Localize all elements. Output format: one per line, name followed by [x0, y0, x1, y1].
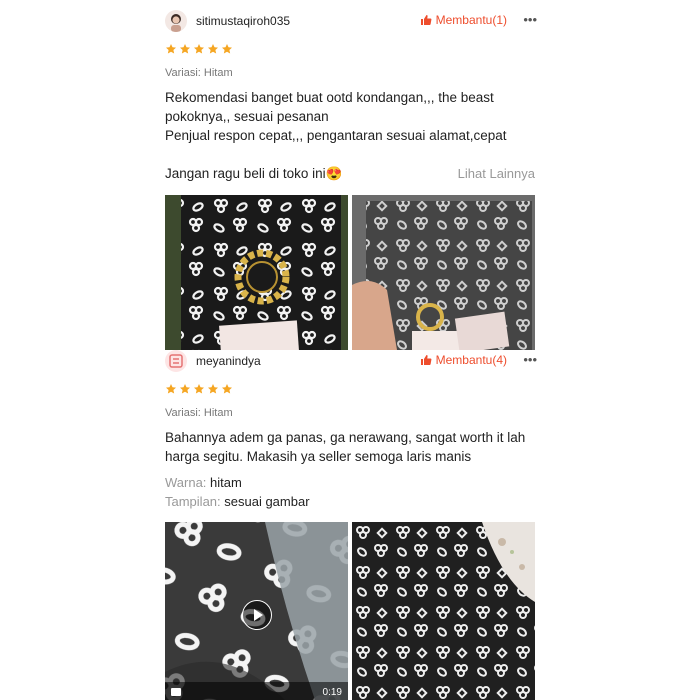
star-icon: [165, 383, 177, 395]
star-icon: [221, 43, 233, 55]
review-text-line: harga segitu. Makasih ya seller semoga l…: [165, 449, 472, 464]
star-icon: [165, 43, 177, 55]
look-value: sesuai gambar: [224, 494, 310, 509]
look-attribute: Tampilan: sesuai gambar: [165, 494, 310, 509]
helpful-button[interactable]: Membantu(4): [420, 353, 507, 367]
more-options-button[interactable]: •••: [523, 12, 537, 27]
review-photo[interactable]: [352, 522, 535, 700]
video-info-bar: 0:19: [165, 682, 348, 700]
color-attribute: Warna: hitam: [165, 475, 242, 490]
variant-label: Variasi: Hitam: [165, 407, 233, 419]
reviewer-username[interactable]: sitimustaqiroh035: [196, 14, 290, 28]
avatar[interactable]: [165, 10, 187, 32]
review-text-line: Penjual respon cepat,,, pengantaran sesu…: [165, 128, 507, 143]
review-header: sitimustaqiroh035 Membantu(1) •••: [165, 10, 537, 34]
star-icon: [221, 383, 233, 395]
helpful-button[interactable]: Membantu(1): [420, 13, 507, 27]
star-rating: [165, 383, 233, 395]
review-text-line: Bahannya adem ga panas, ga nerawang, san…: [165, 430, 526, 445]
review-photo[interactable]: [352, 195, 535, 350]
star-icon: [179, 43, 191, 55]
look-key: Tampilan:: [165, 494, 221, 509]
video-camera-icon: [171, 688, 181, 696]
helpful-label: Membantu(1): [435, 13, 507, 27]
variant-label: Variasi: Hitam: [165, 67, 233, 79]
review-text-line: [165, 145, 537, 164]
review-text: Bahannya adem ga panas, ga nerawang, san…: [165, 428, 537, 466]
reviewer-username[interactable]: meyanindya: [196, 354, 261, 368]
star-icon: [207, 383, 219, 395]
star-icon: [179, 383, 191, 395]
helpful-label: Membantu(4): [435, 353, 507, 367]
review-photo[interactable]: [165, 195, 348, 350]
color-value: hitam: [210, 475, 242, 490]
star-icon: [193, 383, 205, 395]
more-options-button[interactable]: •••: [523, 352, 537, 367]
thumbs-up-icon: [420, 14, 432, 26]
review-text-line: Rekomendasi banget buat ootd kondangan,,…: [165, 90, 494, 105]
review-video[interactable]: 0:19: [165, 522, 348, 700]
star-icon: [207, 43, 219, 55]
video-duration: 0:19: [322, 687, 342, 698]
see-more-link[interactable]: Lihat Lainnya: [458, 166, 535, 181]
avatar[interactable]: [165, 350, 187, 372]
star-icon: [193, 43, 205, 55]
review-header: meyanindya Membantu(4) •••: [165, 350, 537, 374]
play-icon[interactable]: [242, 600, 272, 630]
color-key: Warna:: [165, 475, 207, 490]
review-text-line: pokoknya,, sesuai pesanan: [165, 109, 329, 124]
star-rating: [165, 43, 233, 55]
thumbs-up-icon: [420, 354, 432, 366]
